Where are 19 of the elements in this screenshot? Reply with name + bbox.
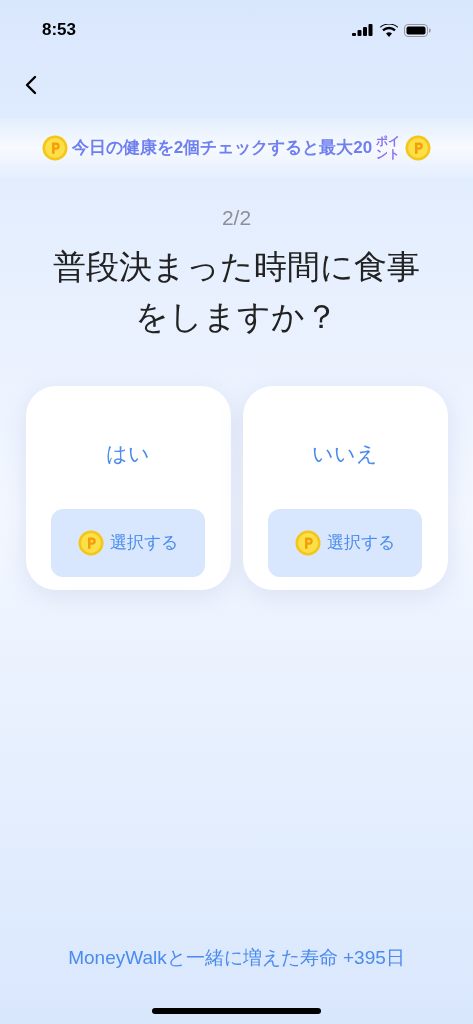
lifespan-text: MoneyWalkと一緒に増えた寿命 +395日 (68, 946, 405, 970)
answer-label: はい (106, 440, 150, 467)
points-unit: ポイント (376, 135, 402, 161)
answer-label: いいえ (312, 440, 378, 467)
wifi-icon (380, 23, 398, 37)
question-counter: 2/2 (221, 205, 252, 231)
answer-card[interactable]: はい 選択する (25, 385, 231, 590)
coin-icon (78, 530, 104, 556)
battery-icon (404, 23, 431, 37)
answer-card[interactable]: いいえ 選択する (242, 385, 448, 590)
promo-text: 今日の健康を2個チェックすると最大20 (71, 137, 373, 160)
select-button[interactable]: 選択する (268, 509, 422, 577)
question-text: 普段決まった時間に食事をしますか？ (52, 246, 421, 337)
coin-icon (41, 135, 68, 161)
coin-icon (295, 530, 321, 556)
coin-icon (405, 135, 432, 161)
status-time: 8:53 (42, 19, 77, 42)
signal-icon (352, 24, 374, 36)
select-button[interactable]: 選択する (51, 509, 205, 577)
